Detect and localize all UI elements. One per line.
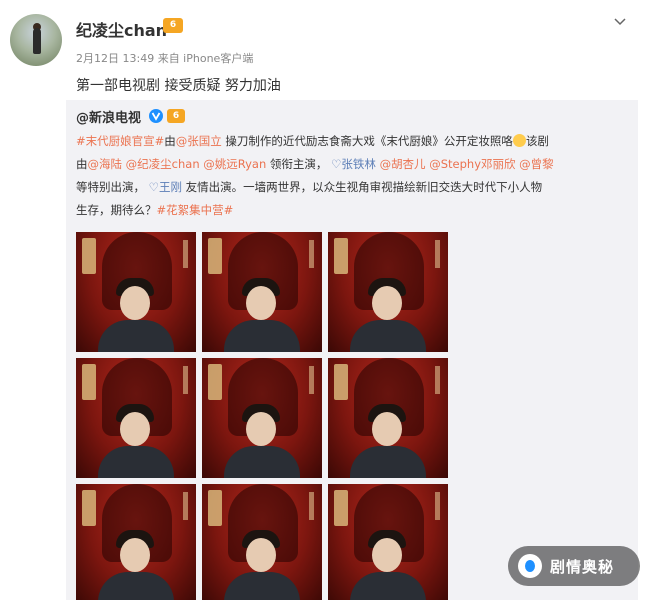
text-link[interactable]: @张国立 bbox=[176, 134, 222, 148]
text-segment: 等特别出演， bbox=[76, 180, 149, 194]
verified-v-icon bbox=[149, 109, 163, 123]
text-link[interactable]: @纪凌尘chan bbox=[126, 157, 200, 171]
text-segment: 该剧 bbox=[525, 134, 549, 148]
repost-text: #末代厨娘官宣#由@张国立 操刀制作的近代励志食斋大戏《末代厨娘》公开定妆照咯该… bbox=[76, 130, 628, 222]
repost-text-line: #末代厨娘官宣#由@张国立 操刀制作的近代励志食斋大戏《末代厨娘》公开定妆照咯该… bbox=[76, 130, 628, 153]
text-segment: 由 bbox=[164, 134, 176, 148]
post-text: 第一部电视剧 接受质疑 努力加油 bbox=[76, 78, 281, 94]
text-link[interactable]: #末代厨娘官宣# bbox=[76, 134, 164, 148]
photo-tile[interactable] bbox=[328, 358, 448, 478]
text-segment: 生存，期待么？ bbox=[76, 203, 157, 217]
post-author-name[interactable]: 纪凌尘chan bbox=[76, 17, 167, 41]
repost-card: @新浪电视 6 #末代厨娘官宣#由@张国立 操刀制作的近代励志食斋大戏《末代厨娘… bbox=[66, 100, 638, 600]
text-link[interactable]: @海陆 bbox=[88, 157, 123, 171]
photo-tile[interactable] bbox=[76, 358, 196, 478]
text-segment: 由 bbox=[76, 157, 88, 171]
text-link[interactable]: #花絮集中营# bbox=[157, 203, 234, 217]
avatar[interactable] bbox=[10, 14, 62, 66]
repost-vip-badge[interactable]: 6 bbox=[167, 109, 185, 123]
text-link[interactable]: @姚远Ryan bbox=[203, 157, 266, 171]
repost-text-line: 等特别出演， ♡王刚 友情出演。一墙两世界，以众生视角审视描绘新旧交迭大时代下小… bbox=[76, 176, 628, 199]
repost-text-line: 生存，期待么？#花絮集中营# bbox=[76, 199, 628, 222]
text-link[interactable]: @Stephy邓丽欣 bbox=[429, 157, 515, 171]
vip-badge[interactable]: 6 bbox=[163, 18, 183, 33]
repost-author[interactable]: @新浪电视 bbox=[76, 107, 141, 126]
watermark-text: 剧情奥秘 bbox=[550, 557, 615, 576]
text-link[interactable]: ♡王刚 bbox=[149, 180, 182, 194]
text-link[interactable]: @胡杏儿 bbox=[380, 157, 426, 171]
drama-logo-icon bbox=[518, 554, 542, 578]
text-segment: 操刀制作的近代励志食斋大戏《末代厨娘》公开定妆照咯 bbox=[221, 134, 513, 148]
avatar-figure-body bbox=[33, 28, 41, 54]
chevron-down-icon[interactable] bbox=[612, 14, 628, 30]
text-link[interactable]: @曾黎 bbox=[519, 157, 554, 171]
emoji-icon bbox=[512, 134, 526, 147]
repost-text-line: 由@海陆 @纪凌尘chan @姚远Ryan 领衔主演， ♡张铁林 @胡杏儿 @S… bbox=[76, 153, 628, 176]
photo-tile[interactable] bbox=[76, 232, 196, 352]
photo-tile[interactable] bbox=[202, 358, 322, 478]
photo-tile[interactable] bbox=[328, 484, 448, 600]
watermark: 剧情奥秘 bbox=[508, 546, 640, 586]
photo-tile[interactable] bbox=[202, 484, 322, 600]
photo-tile[interactable] bbox=[328, 232, 448, 352]
photo-tile[interactable] bbox=[202, 232, 322, 352]
text-segment: 友情出演。一墙两世界，以众生视角审视描绘新旧交迭大时代下小人物 bbox=[181, 180, 543, 194]
text-segment: 领衔主演， bbox=[266, 157, 332, 171]
photo-tile[interactable] bbox=[76, 484, 196, 600]
text-link[interactable]: ♡张铁林 bbox=[331, 157, 376, 171]
post-meta: 2月12日 13:49 来自 iPhone客户端 bbox=[76, 52, 254, 65]
